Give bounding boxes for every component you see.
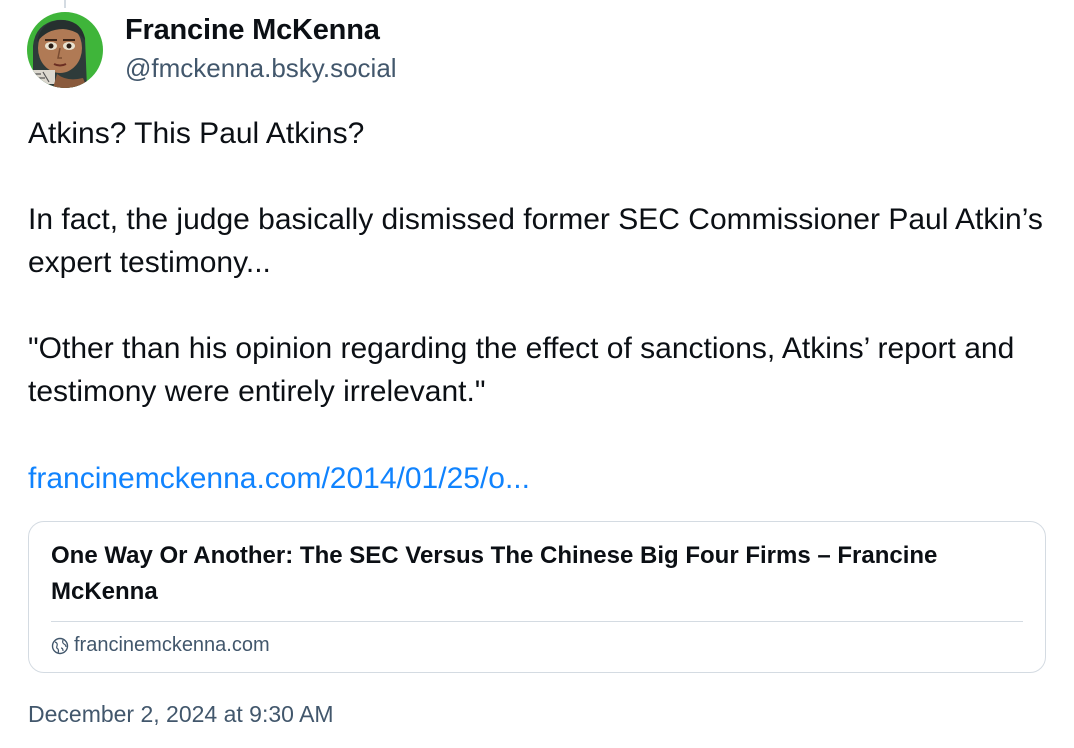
post-paragraph: In fact, the judge basically dismissed f… xyxy=(28,203,1043,279)
post-body: Atkins? This Paul Atkins? In fact, the j… xyxy=(28,112,1048,413)
avatar-face-icon xyxy=(27,12,103,88)
link-card-domain: francinemckenna.com xyxy=(74,634,270,656)
post-external-link[interactable]: francinemckenna.com/2014/01/25/o... xyxy=(28,457,530,500)
globe-icon xyxy=(51,637,69,655)
link-preview-card[interactable]: One Way Or Another: The SEC Versus The C… xyxy=(28,521,1046,673)
post-timestamp[interactable]: December 2, 2024 at 9:30 AM xyxy=(28,701,334,728)
author-display-name[interactable]: Francine McKenna xyxy=(125,14,380,47)
link-card-divider xyxy=(51,621,1023,622)
post-paragraph: "Other than his opinion regarding the ef… xyxy=(28,332,1015,408)
thread-connector-line xyxy=(64,0,66,8)
post-paragraph: Atkins? This Paul Atkins? xyxy=(28,117,365,150)
author-handle[interactable]: @fmckenna.bsky.social xyxy=(125,53,397,84)
author-avatar[interactable] xyxy=(27,12,103,88)
link-card-domain-row: francinemckenna.com xyxy=(51,634,270,657)
link-card-title: One Way Or Another: The SEC Versus The C… xyxy=(51,542,938,605)
